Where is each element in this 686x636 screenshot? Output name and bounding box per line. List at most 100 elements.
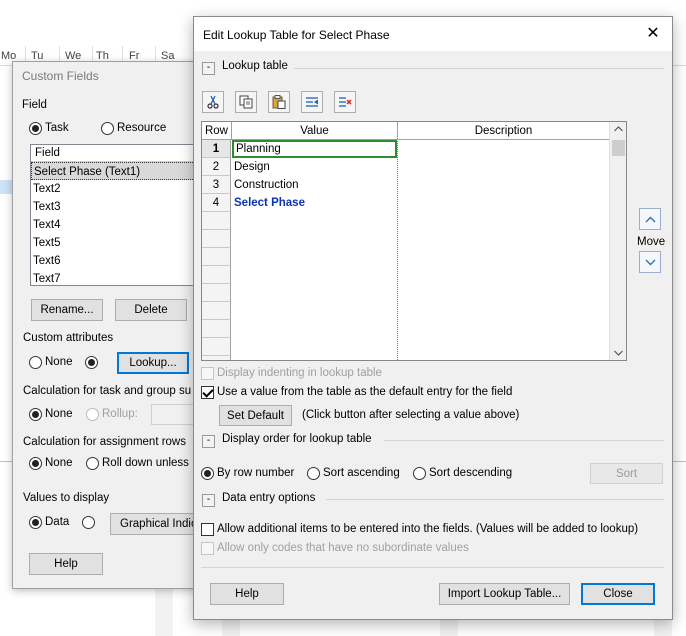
- dialog-title: Custom Fields: [22, 69, 99, 83]
- attributes-none-label: None: [45, 356, 73, 368]
- help-button[interactable]: Help: [29, 553, 103, 575]
- rolldown-radio[interactable]: [86, 457, 99, 470]
- sort-ascending-label: Sort ascending: [323, 467, 400, 479]
- empty-row-number[interactable]: [202, 356, 231, 360]
- empty-row-number[interactable]: [202, 302, 231, 320]
- field-list-item[interactable]: Text6: [31, 252, 219, 270]
- help-button[interactable]: Help: [210, 583, 284, 605]
- empty-row-number[interactable]: [202, 338, 231, 356]
- set-default-hint: (Click button after selecting a value ab…: [302, 409, 520, 421]
- allow-additional-checkbox[interactable]: [201, 523, 214, 536]
- grid-scrollbar[interactable]: [609, 122, 626, 360]
- attributes-lookup-radio[interactable]: [85, 356, 98, 369]
- display-data-label: Data: [45, 516, 70, 528]
- field-list-item[interactable]: Text2: [31, 180, 219, 198]
- empty-row-number[interactable]: [202, 284, 231, 302]
- sort-ascending-radio[interactable]: [307, 467, 320, 480]
- display-graphical-radio[interactable]: [82, 516, 95, 529]
- field-list-item[interactable]: Text5: [31, 234, 219, 252]
- lookup-section-label: Lookup table: [222, 60, 288, 72]
- row-number[interactable]: 4: [202, 194, 231, 212]
- sort-descending-radio[interactable]: [413, 467, 426, 480]
- selected-row-indicator: [0, 180, 12, 194]
- column-header-value[interactable]: Value: [232, 122, 398, 140]
- resource-radio[interactable]: [101, 122, 114, 135]
- value-cell[interactable]: Select Phase: [232, 194, 397, 212]
- field-list-item[interactable]: Text3: [31, 198, 219, 216]
- data-entry-section-label: Data entry options: [222, 492, 316, 504]
- task-radio-label: Task: [45, 122, 69, 134]
- set-default-button[interactable]: Set Default: [219, 405, 292, 426]
- calc-none-radio[interactable]: [29, 408, 42, 421]
- task-radio[interactable]: [29, 122, 42, 135]
- rename-button[interactable]: Rename...: [31, 299, 103, 321]
- attributes-none-radio[interactable]: [29, 356, 42, 369]
- chevron-down-icon: [645, 259, 656, 266]
- scroll-up-icon[interactable]: [614, 126, 623, 132]
- scroll-down-icon[interactable]: [614, 350, 623, 356]
- section-divider: [294, 68, 664, 69]
- chevron-up-icon: [645, 216, 656, 223]
- cut-icon[interactable]: [202, 91, 224, 113]
- row-number[interactable]: 1: [202, 140, 231, 158]
- rollup-radio[interactable]: [86, 408, 99, 421]
- values-display-label: Values to display: [23, 492, 110, 504]
- collapse-lookup-icon[interactable]: -: [202, 62, 215, 75]
- empty-row-number[interactable]: [202, 230, 231, 248]
- lookup-button[interactable]: Lookup...: [117, 352, 189, 374]
- move-up-button[interactable]: [639, 208, 661, 230]
- delete-button[interactable]: Delete: [115, 299, 187, 321]
- field-list[interactable]: Field Select Phase (Text1) Text2 Text3 T…: [30, 144, 220, 286]
- display-order-section-label: Display order for lookup table: [222, 433, 372, 445]
- empty-row-number[interactable]: [202, 320, 231, 338]
- use-default-checkbox[interactable]: [201, 386, 214, 399]
- collapse-display-order-icon[interactable]: -: [202, 435, 215, 448]
- value-cell[interactable]: Planning: [232, 140, 397, 158]
- scroll-thumb[interactable]: [612, 140, 625, 156]
- row-number[interactable]: 2: [202, 158, 231, 176]
- close-button[interactable]: Close: [581, 583, 655, 605]
- calc-none-label: None: [45, 408, 73, 420]
- copy-icon[interactable]: [235, 91, 257, 113]
- field-list-item[interactable]: Select Phase (Text1): [31, 162, 219, 180]
- sort-button[interactable]: Sort: [590, 463, 663, 484]
- value-cell[interactable]: Design: [232, 158, 397, 176]
- close-icon[interactable]: ✕: [642, 23, 664, 45]
- display-indenting-label: Display indenting in lookup table: [217, 367, 382, 379]
- sort-descending-label: Sort descending: [429, 467, 513, 479]
- assign-none-label: None: [45, 457, 73, 469]
- allow-codes-label: Allow only codes that have no subordinat…: [217, 542, 469, 554]
- resource-radio-label: Resource: [117, 122, 167, 134]
- by-row-label: By row number: [217, 467, 295, 479]
- lookup-grid[interactable]: Row Value Description 1 Planning 2 Desig…: [201, 121, 627, 361]
- column-header-row: Row: [202, 122, 232, 140]
- by-row-radio[interactable]: [201, 467, 214, 480]
- assign-none-radio[interactable]: [29, 457, 42, 470]
- column-header-description[interactable]: Description: [398, 122, 610, 140]
- custom-fields-dialog: Custom Fields Field Task Resource Field …: [12, 61, 220, 589]
- move-label: Move: [637, 236, 666, 248]
- import-lookup-table-button[interactable]: Import Lookup Table...: [439, 583, 570, 605]
- field-list-item[interactable]: Text4: [31, 216, 219, 234]
- calc-task-label: Calculation for task and group su: [23, 385, 192, 397]
- collapse-data-entry-icon[interactable]: -: [202, 494, 215, 507]
- paste-icon[interactable]: [268, 91, 290, 113]
- display-data-radio[interactable]: [29, 516, 42, 529]
- footer-divider: [201, 567, 664, 568]
- field-list-item[interactable]: Text7: [31, 270, 219, 285]
- display-indenting-checkbox[interactable]: [201, 367, 214, 380]
- row-number[interactable]: 3: [202, 176, 231, 194]
- empty-row-number[interactable]: [202, 212, 231, 230]
- title-bar: Edit Lookup Table for Select Phase ✕: [194, 17, 672, 51]
- empty-row-number[interactable]: [202, 266, 231, 284]
- field-list-header: Field: [31, 145, 219, 162]
- section-divider: [326, 499, 664, 500]
- allow-codes-checkbox[interactable]: [201, 542, 214, 555]
- empty-row-number[interactable]: [202, 248, 231, 266]
- use-default-label: Use a value from the table as the defaul…: [217, 386, 513, 398]
- delete-row-icon[interactable]: [334, 91, 356, 113]
- rolldown-label: Roll down unless: [102, 457, 189, 469]
- move-down-button[interactable]: [639, 251, 661, 273]
- insert-row-icon[interactable]: [301, 91, 323, 113]
- value-cell[interactable]: Construction: [232, 176, 397, 194]
